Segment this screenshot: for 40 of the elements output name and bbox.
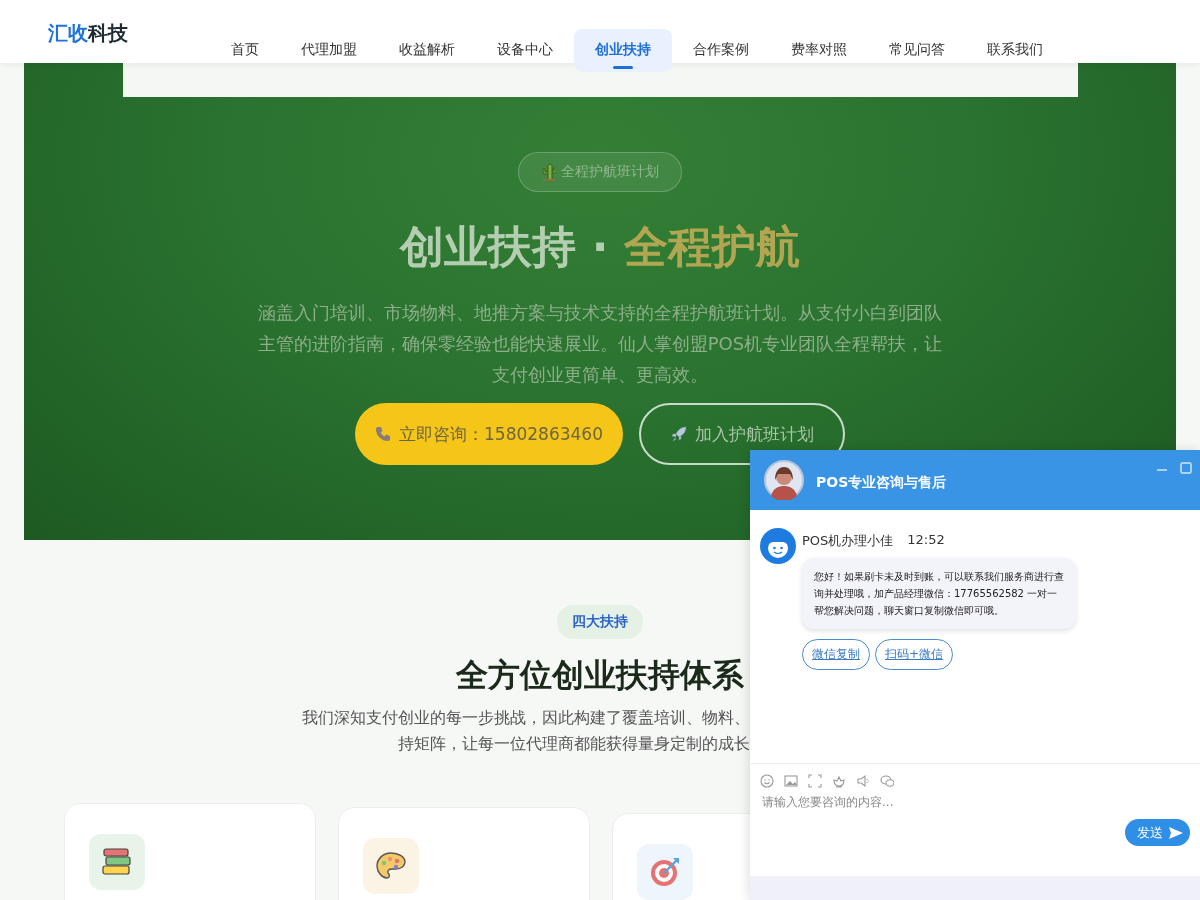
nav-tab[interactable]: 收益解析 [378,29,476,72]
nav-tab[interactable]: 设备中心 [476,29,574,72]
message-bubble: 您好！如果刷卡未及时到账，可以联系我们服务商进行查询并处理哦，加产品经理微信：17765562582 一对一帮您解决问题，聊天窗口复制微信即可哦。 [802,558,1076,629]
screenshot-icon[interactable] [808,774,822,788]
consult-button[interactable]: 立即咨询：15802863460 [355,403,623,466]
message-input[interactable]: 请输入您要咨询的内容... [760,792,1125,876]
image-icon[interactable] [784,774,798,788]
avatar-icon [764,460,804,500]
badge-label: 全程护航班计划 [561,163,659,181]
phone-icon [375,426,391,443]
speaker-icon[interactable] [856,774,870,788]
section-description: 我们深知支付创业的每一步挑战，因此构建了覆盖培训、物料、 [301,706,750,729]
message-time: 12:52 [907,532,945,549]
section-heading: 全方位创业扶持体系 [456,655,744,696]
send-icon [1168,825,1184,840]
nav-tab[interactable]: 代理加盟 [280,29,378,72]
maximize-icon[interactable] [1180,462,1192,474]
nav-tab[interactable]: 联系我们 [966,29,1064,72]
cactus-icon [541,163,555,181]
target-icon [649,855,681,888]
section-description: 持矩阵，让每一位代理商都能获得量身定制的成长 [397,732,750,755]
rocket-icon [670,426,687,443]
emoji-icon[interactable] [760,774,774,788]
nav-tab[interactable]: 合作案例 [672,29,770,72]
quick-reply-button[interactable]: 扫码+微信 [875,639,954,670]
nav-tab[interactable]: 首页 [210,29,280,72]
flower-icon[interactable] [832,774,846,788]
chat-title: POS专业咨询与售后 [816,474,947,492]
agent-avatar-icon [760,528,796,564]
hero-description: 涵盖入门培训、市场物料、地推方案与技术支持的全程护航班计划。从支付小白到团队主管的进阶指南，确保零经验也能快速展业。仙人掌创盟POS机专业团队全程帮扶，让支付创业更简单、更高效。 [256,301,944,388]
palette-icon [375,850,407,881]
nav-tab[interactable]: 创业扶持 [574,29,672,72]
quick-reply-button[interactable]: 微信复制 [802,639,870,670]
agent-name: POS机办理小佳 [802,532,894,550]
nav-tab[interactable]: 费率对照 [770,29,868,72]
nav-tab[interactable]: 常见问答 [868,29,966,72]
section-tag: 四大扶持 [557,605,643,639]
hero-title: 创业扶持 · 全程护航 [400,220,800,274]
site-logo[interactable]: 汇收科技 [48,20,208,47]
books-icon [101,846,133,877]
